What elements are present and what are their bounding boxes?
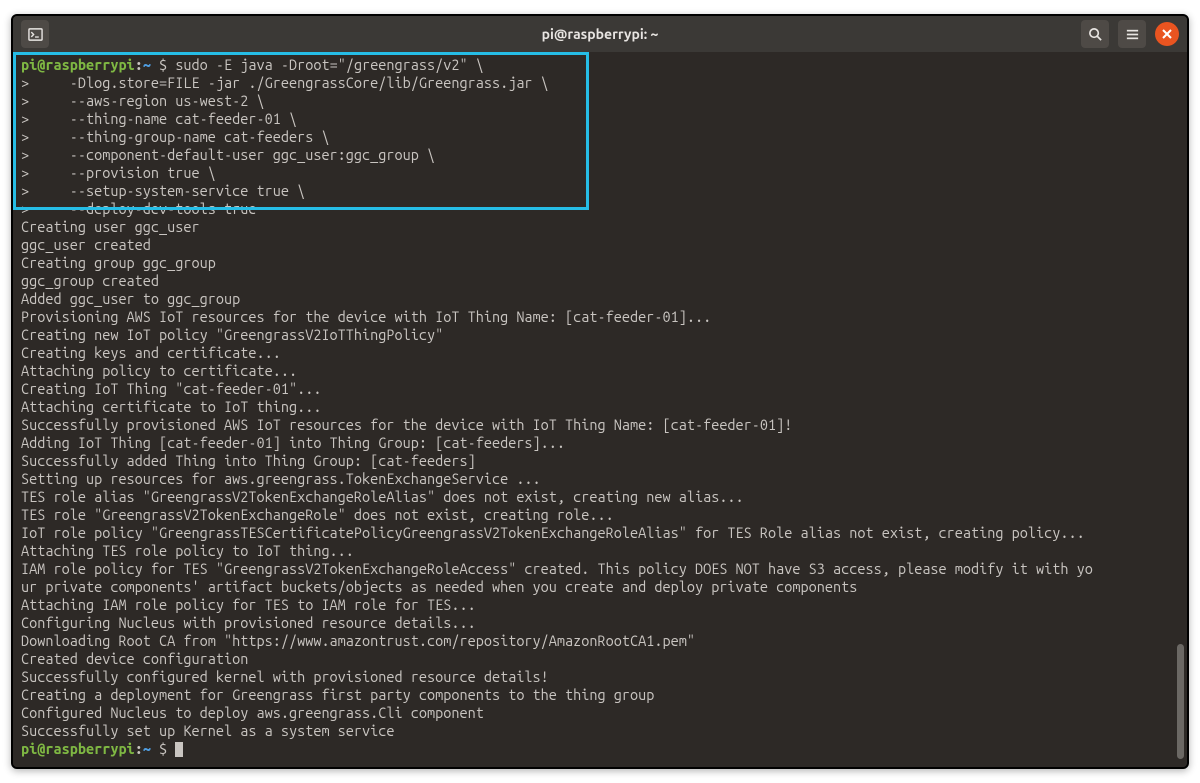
terminal-icon [28, 27, 43, 42]
output-line: Creating group ggc_group [21, 254, 216, 271]
new-tab-button[interactable] [21, 20, 49, 48]
output-line: Creating IoT Thing "cat-feeder-01"... [21, 380, 321, 397]
terminal-window: pi@raspberrypi: ~ pi@raspberrypi:~ $ sud… [11, 14, 1189, 769]
output-line: Attaching policy to certificate... [21, 362, 297, 379]
close-button[interactable] [1155, 22, 1179, 46]
output-line: Creating user ggc_user [21, 218, 200, 235]
output-line: IAM role policy for TES "GreengrassV2Tok… [21, 560, 1093, 577]
output-line: Added ggc_user to ggc_group [21, 290, 240, 307]
prompt-path: ~ [143, 740, 151, 757]
search-icon [1088, 27, 1103, 42]
command-line-5: > --thing-group-name cat-feeders \ [21, 128, 330, 145]
prompt-dollar: $ [151, 56, 175, 73]
output-line: Created device configuration [21, 650, 248, 667]
prompt-dollar: $ [151, 740, 175, 757]
command-line-1: sudo -E java -Droot="/greengrass/v2" \ [175, 56, 484, 73]
output-line: ggc_user created [21, 236, 151, 253]
scrollbar-thumb[interactable] [1177, 644, 1184, 759]
output-line: ggc_group created [21, 272, 159, 289]
cursor [175, 742, 183, 757]
output-line: Creating a deployment for Greengrass fir… [21, 686, 654, 703]
prompt-user-host: pi@raspberrypi [21, 740, 135, 757]
output-line: Attaching certificate to IoT thing... [21, 398, 321, 415]
output-line: Attaching IAM role policy for TES to IAM… [21, 596, 476, 613]
search-button[interactable] [1081, 20, 1109, 48]
prompt-user-host: pi@raspberrypi [21, 56, 135, 73]
terminal-body[interactable]: pi@raspberrypi:~ $ sudo -E java -Droot="… [13, 52, 1187, 767]
prompt-colon: : [135, 56, 143, 73]
output-line: Creating keys and certificate... [21, 344, 281, 361]
command-line-7: > --provision true \ [21, 164, 216, 181]
close-icon [1161, 28, 1173, 40]
output-line: ur private components' artifact buckets/… [21, 578, 857, 595]
output-line: TES role alias "GreengrassV2TokenExchang… [21, 488, 744, 505]
command-line-4: > --thing-name cat-feeder-01 \ [21, 110, 297, 127]
output-line: Successfully configured kernel with prov… [21, 668, 549, 685]
terminal-content: pi@raspberrypi:~ $ sudo -E java -Droot="… [21, 56, 1179, 759]
output-line: Setting up resources for aws.greengrass.… [21, 470, 541, 487]
output-line: Successfully provisioned AWS IoT resourc… [21, 416, 792, 433]
output-line: Attaching TES role policy to IoT thing..… [21, 542, 354, 559]
output-line: Successfully set up Kernel as a system s… [21, 722, 395, 739]
prompt-path: ~ [143, 56, 151, 73]
output-line: Adding IoT Thing [cat-feeder-01] into Th… [21, 434, 565, 451]
output-line: Creating new IoT policy "GreengrassV2IoT… [21, 326, 443, 343]
menu-button[interactable] [1118, 20, 1146, 48]
command-line-2: > -Dlog.store=FILE -jar ./GreengrassCore… [21, 74, 549, 91]
command-line-3: > --aws-region us-west-2 \ [21, 92, 265, 109]
command-line-8: > --setup-system-service true \ [21, 182, 305, 199]
output-line: Provisioning AWS IoT resources for the d… [21, 308, 711, 325]
output-line: Configured Nucleus to deploy aws.greengr… [21, 704, 484, 721]
hamburger-icon [1125, 27, 1140, 42]
command-line-9: > --deploy-dev-tools true [21, 200, 256, 217]
titlebar: pi@raspberrypi: ~ [13, 16, 1187, 52]
prompt-colon: : [135, 740, 143, 757]
output-line: IoT role policy "GreengrassTESCertificat… [21, 524, 1085, 541]
output-line: TES role "GreengrassV2TokenExchangeRole"… [21, 506, 614, 523]
output-line: Configuring Nucleus with provisioned res… [21, 614, 476, 631]
command-line-6: > --component-default-user ggc_user:ggc_… [21, 146, 435, 163]
output-line: Downloading Root CA from "https://www.am… [21, 632, 695, 649]
output-line: Successfully added Thing into Thing Grou… [21, 452, 476, 469]
window-title: pi@raspberrypi: ~ [542, 26, 659, 42]
